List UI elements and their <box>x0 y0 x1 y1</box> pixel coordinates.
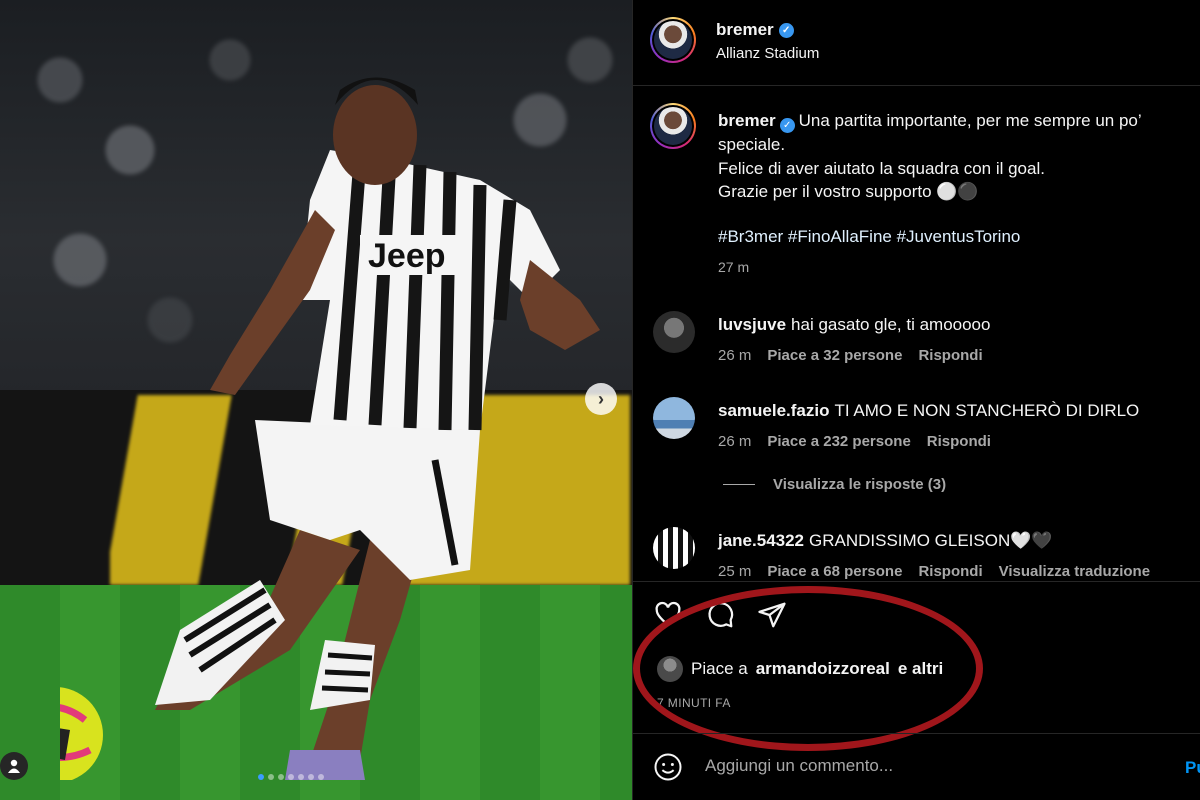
caption-avatar[interactable] <box>650 103 696 149</box>
carousel-dot <box>308 774 314 780</box>
caption-hashtags[interactable]: #Br3mer #FinoAllaFine #JuventusTorino <box>718 227 1020 247</box>
comment-text: TI AMO E NON STANCHERÒ DI DIRLO <box>834 401 1140 420</box>
comment-item: jane.54322 GRANDISSIMO GLEISON🤍🖤 25 m Pia… <box>633 525 1200 580</box>
author-avatar[interactable] <box>650 17 696 63</box>
carousel-dot <box>268 774 274 780</box>
verified-badge-icon: ✓ <box>779 118 795 134</box>
comments-scroll-area[interactable]: bremer ✓ Una partita importante, per me se… <box>633 87 1200 580</box>
user-tag-button[interactable] <box>0 752 28 780</box>
comment-likes-link[interactable]: Piace a 232 persone <box>767 433 910 450</box>
carousel-dot <box>288 774 294 780</box>
caption-username[interactable]: bremer <box>718 111 776 130</box>
commenter-username[interactable]: luvsjuve <box>718 315 786 334</box>
comment-likes-link[interactable]: Piace a 68 persone <box>767 563 902 580</box>
commenter-username[interactable]: jane.54322 <box>718 531 804 550</box>
carousel-next-button[interactable]: › <box>585 383 617 415</box>
publish-button[interactable]: Pu <box>1185 758 1200 778</box>
carousel-dot <box>318 774 324 780</box>
comment-input[interactable] <box>705 756 1105 776</box>
post-detail-panel: bremer ✓ Allianz Stadium bremer ✓ Una part… <box>632 0 1200 800</box>
comment-bar: Pu <box>633 733 1200 800</box>
post-photo[interactable]: Jeep › <box>0 0 632 800</box>
comment-likes-link[interactable]: Piace a 32 persone <box>767 347 902 364</box>
commenter-avatar[interactable] <box>653 397 695 439</box>
caption-line: Grazie per il vostro supporto ⚪⚫ <box>718 182 979 202</box>
comment-reply-button[interactable]: Rispondi <box>927 433 991 450</box>
comment-item: luvsjuve hai gasato gle, ti amooooo 26 m … <box>633 309 1200 379</box>
commenter-avatar[interactable] <box>653 311 695 353</box>
chevron-right-icon: › <box>598 388 604 409</box>
post-caption: bremer ✓ Una partita importante, per me se… <box>718 109 1188 204</box>
comment-time: 25 m <box>718 563 752 580</box>
caption-line: Felice di aver aiutato la squadra con il… <box>718 158 1045 178</box>
emoji-icon[interactable] <box>653 752 683 782</box>
comment-item: samuele.fazio TI AMO E NON STANCHERÒ DI D… <box>633 395 1200 465</box>
view-replies-button[interactable]: Visualizza le risposte (3) <box>723 476 946 493</box>
verified-badge-icon: ✓ <box>778 22 794 38</box>
comment-text: hai gasato gle, ti amooooo <box>791 315 991 334</box>
carousel-dots <box>258 774 324 780</box>
comment-reply-button[interactable]: Rispondi <box>918 347 982 364</box>
comment-time: 26 m <box>718 433 752 450</box>
post-location[interactable]: Allianz Stadium <box>716 45 819 62</box>
shirt-sponsor: Jeep <box>368 237 446 275</box>
caption-line: speciale. <box>718 135 786 155</box>
post-header: bremer ✓ Allianz Stadium <box>633 0 1200 86</box>
commenter-avatar[interactable] <box>653 527 695 569</box>
football-player: Jeep <box>60 77 600 780</box>
caption-timestamp: 27 m <box>718 259 750 275</box>
carousel-dot <box>258 774 264 780</box>
translate-button[interactable]: Visualizza traduzione <box>999 563 1150 580</box>
author-username[interactable]: bremer <box>716 20 774 40</box>
comment-text: GRANDISSIMO GLEISON🤍🖤 <box>809 531 1053 550</box>
replies-divider <box>723 484 755 485</box>
carousel-dot <box>278 774 284 780</box>
user-tag-icon <box>8 759 20 773</box>
commenter-username[interactable]: samuele.fazio <box>718 401 830 420</box>
comment-reply-button[interactable]: Rispondi <box>918 563 982 580</box>
view-replies-label: Visualizza le risposte (3) <box>773 476 947 493</box>
highlight-ellipse <box>633 586 983 751</box>
carousel-dot <box>298 774 304 780</box>
caption-line: Una partita importante, per me sempre un… <box>798 111 1142 130</box>
comment-time: 26 m <box>718 347 752 364</box>
